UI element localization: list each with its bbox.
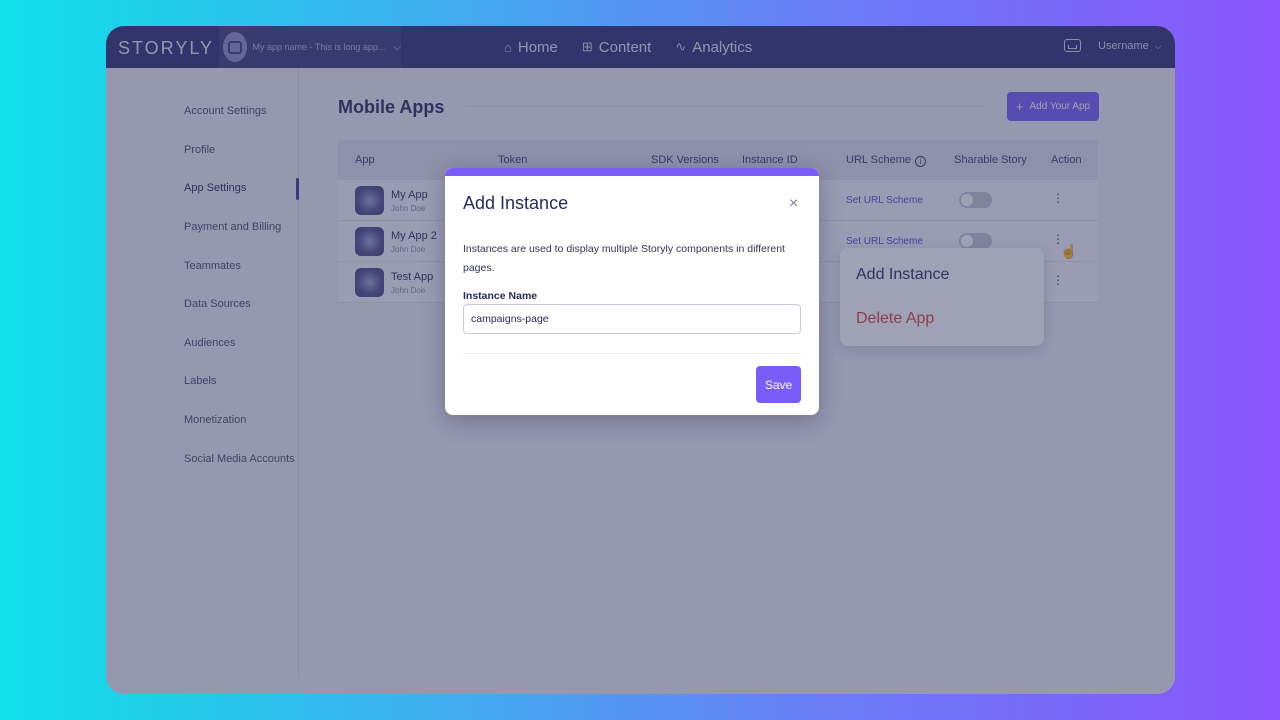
modal-title: Add Instance bbox=[463, 193, 569, 213]
instance-name-input[interactable] bbox=[463, 304, 801, 334]
save-button[interactable]: Save bbox=[756, 366, 801, 403]
app-window: STORYLY My app name - This is long app..… bbox=[106, 26, 1175, 694]
close-icon[interactable]: × bbox=[789, 196, 798, 212]
modal-divider bbox=[463, 353, 801, 354]
modal-accent-bar bbox=[445, 168, 819, 176]
modal-description: Instances are used to display multiple S… bbox=[463, 243, 785, 274]
add-instance-modal: Add Instance × Instances are used to dis… bbox=[445, 168, 819, 415]
instance-name-label: Instance Name bbox=[463, 290, 538, 302]
